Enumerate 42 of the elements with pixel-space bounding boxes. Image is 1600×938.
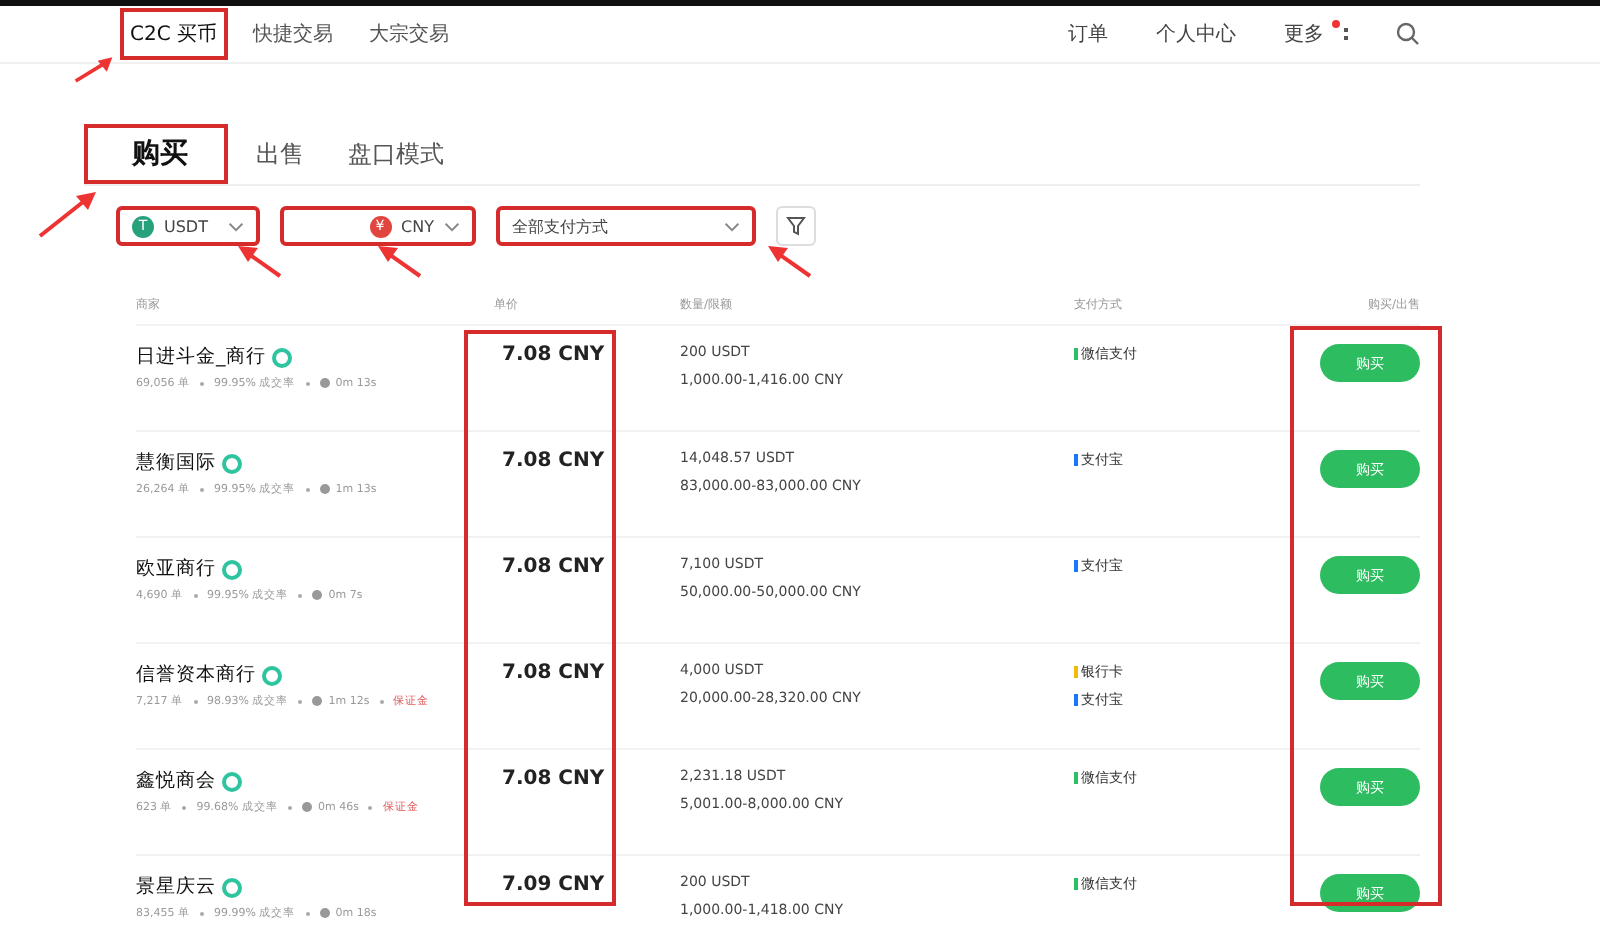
merchant-name: 信誉资本商行 [136, 662, 256, 688]
arrow-icon [376, 244, 424, 280]
nav-link[interactable]: C2C 买币 [120, 8, 228, 60]
nav-link[interactable]: 更多 [1274, 8, 1334, 60]
unit-price: 7.08 CNY [500, 450, 607, 472]
nav-link[interactable]: 订单 [1058, 8, 1118, 60]
clock-icon [319, 908, 330, 918]
unit-price: 7.09 CNY [500, 874, 607, 896]
select-value: 全部支付方式 [512, 215, 610, 237]
select-value: CNY [401, 217, 434, 235]
search-icon[interactable] [1396, 22, 1420, 46]
tab[interactable]: 购买 [84, 124, 228, 184]
arrow-icon [36, 188, 100, 240]
select-value: USDT [164, 217, 210, 235]
chevron-icon [444, 221, 460, 231]
merchant-name: 日进斗金_商行 [136, 344, 266, 370]
merchant-name: 景星庆云 [136, 874, 216, 900]
tab[interactable]: 盘口模式 [332, 125, 460, 183]
nav-link[interactable]: 快捷交易 [243, 8, 344, 60]
filter-icon [786, 216, 806, 236]
merchant-name: 鑫悦商会 [136, 768, 216, 794]
clock-icon [312, 696, 323, 706]
clock-icon [319, 484, 330, 494]
filter-button[interactable] [776, 206, 816, 246]
nav-link[interactable]: 大宗交易 [359, 8, 460, 60]
arrow-icon [766, 244, 814, 280]
nav-link[interactable]: 个人中心 [1146, 8, 1246, 60]
unit-price: 7.08 CNY [500, 768, 607, 790]
merchant-name: 欧亚商行 [136, 556, 216, 582]
unit-price: 7.08 CNY [500, 662, 607, 684]
unit-price: 7.08 CNY [500, 556, 607, 578]
merchant-name: 慧衡国际 [136, 450, 216, 476]
arrow-icon [236, 244, 284, 280]
chevron-icon [228, 221, 244, 231]
unit-price: 7.08 CNY [500, 344, 607, 366]
arrow-icon [72, 54, 116, 86]
clock-icon [301, 802, 312, 812]
chevron-icon [724, 221, 740, 231]
payment-select[interactable]: 全部支付方式 [496, 206, 756, 246]
tab[interactable]: 出售 [240, 125, 320, 183]
clock-icon [319, 378, 330, 388]
clock-icon [312, 590, 323, 600]
